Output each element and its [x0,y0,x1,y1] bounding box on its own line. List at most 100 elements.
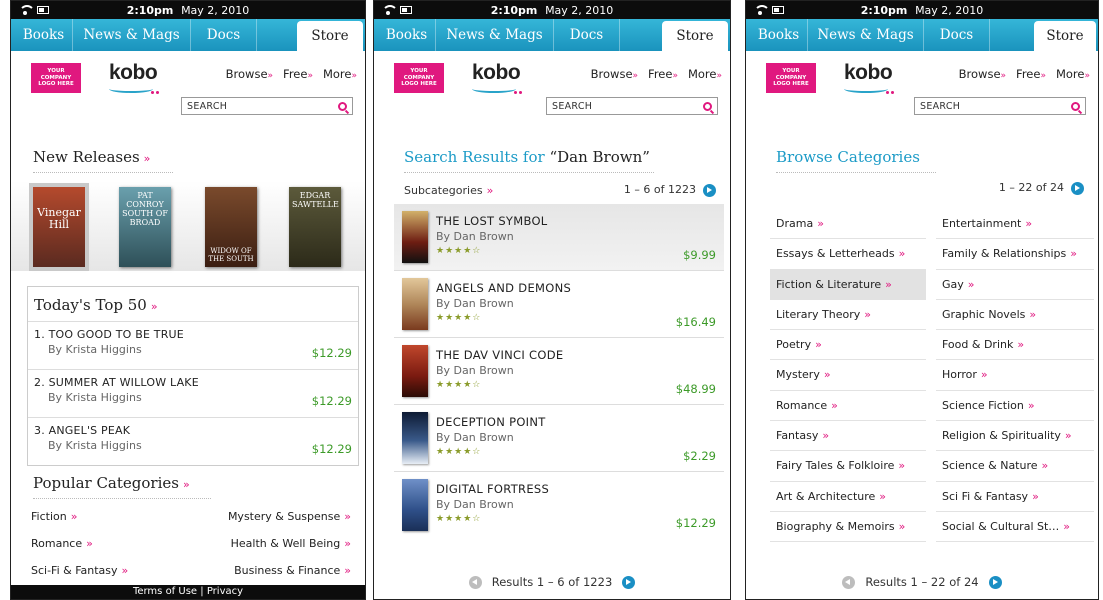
book-cover[interactable]: Vinegar Hill [29,183,89,271]
category-link[interactable]: Fantasy» [770,421,926,452]
category-link[interactable]: Mystery & Suspense» [228,510,351,523]
rating-stars: ★★★★☆ [436,447,482,457]
nav-more[interactable]: More» [1056,67,1090,81]
search-icon[interactable] [338,101,347,111]
nav-browse[interactable]: Browse» [226,67,273,81]
nav-free[interactable]: Free» [283,67,313,81]
company-logo: YOUR COMPANY LOGO HERE [394,63,444,93]
results-count: 1 – 6 of 1223 [623,183,696,197]
category-link[interactable]: Essays & Letterheads» [770,239,926,270]
terms-link[interactable]: Terms of Use [133,586,197,597]
subcategories-link[interactable]: Subcategories» [404,184,493,197]
tab-docs[interactable]: Docs [191,19,257,51]
category-link[interactable]: Family & Relationships» [936,239,1094,270]
screen-browse-categories: 2:10pm May 2, 2010 Books News & Mags Doc… [745,0,1099,600]
kobo-logo-smile [844,85,888,93]
tab-store[interactable]: Store [662,21,728,51]
prev-page-icon[interactable] [842,575,856,589]
book-cover[interactable]: EDGAR SAWTELLE [289,187,341,267]
tab-news-mags[interactable]: News & Mags [436,19,554,51]
company-logo: YOUR COMPANY LOGO HERE [766,63,816,93]
tab-news-mags[interactable]: News & Mags [808,19,924,51]
category-link[interactable]: Horror» [936,360,1094,391]
pager: Results 1 – 22 of 24 [746,575,1098,589]
category-link[interactable]: Fairy Tales & Folkloire» [770,451,926,482]
nav-browse[interactable]: Browse» [959,67,1006,81]
search-result-row[interactable]: DECEPTION POINT By Dan Brown ★★★★☆ $2.29 [394,405,724,472]
next-page-icon[interactable] [622,575,636,589]
category-link[interactable]: Mystery» [770,360,926,391]
status-date: May 2, 2010 [915,3,984,17]
category-link[interactable]: Social & Cultural St…» [936,512,1094,543]
search-input[interactable]: SEARCH [546,97,718,115]
new-releases-heading[interactable]: New Releases» [33,147,173,173]
kobo-logo-dots [151,91,159,94]
nav-free[interactable]: Free» [648,67,678,81]
search-input[interactable]: SEARCH [181,97,353,115]
next-page-icon[interactable] [988,575,1002,589]
category-link[interactable]: Food & Drink» [936,330,1094,361]
search-icon[interactable] [1071,101,1080,111]
category-link[interactable]: Science Fiction» [936,391,1094,422]
category-link[interactable]: Poetry» [770,330,926,361]
category-link[interactable]: Entertainment» [936,209,1094,240]
screen-search-results: 2:10pm May 2, 2010 Books News & Mags Doc… [373,0,731,600]
company-logo: YOUR COMPANY LOGO HERE [31,63,81,93]
search-result-row[interactable]: ANGELS AND DEMONS By Dan Brown ★★★★☆ $16… [394,271,724,338]
tab-news-mags[interactable]: News & Mags [73,19,191,51]
tab-books[interactable]: Books [750,19,808,51]
tab-books[interactable]: Books [15,19,73,51]
nav-more[interactable]: More» [688,67,722,81]
category-link[interactable]: Gay» [936,270,1094,300]
tab-bar: Books News & Mags Docs Store [374,19,730,51]
search-icon[interactable] [703,101,712,111]
search-result-row[interactable]: DIGITAL FORTRESS By Dan Brown ★★★★☆ $12.… [394,472,724,539]
category-link[interactable]: Science & Nature» [936,451,1094,482]
list-item[interactable]: 3. ANGEL'S PEAK By Krista Higgins $12.29 [28,417,358,465]
tab-docs[interactable]: Docs [924,19,990,51]
category-link[interactable]: Health & Well Being» [231,537,351,550]
nav-more[interactable]: More» [323,67,357,81]
category-link[interactable]: Religion & Spirituality» [936,421,1094,452]
category-link[interactable]: Sci Fi & Fantasy» [936,482,1094,512]
search-result-row[interactable]: THE DAV VINCI CODE By Dan Brown ★★★★☆ $4… [394,338,724,405]
next-page-icon[interactable] [1071,181,1084,195]
tab-docs[interactable]: Docs [554,19,620,51]
top50-heading[interactable]: Today's Top 50» [28,287,358,321]
category-link[interactable]: Biography & Memoirs» [770,512,926,543]
category-link[interactable]: Drama» [770,209,926,240]
tab-store[interactable]: Store [1034,21,1096,51]
rating-stars: ★★★★☆ [436,246,482,256]
list-item[interactable]: 1. TOO GOOD TO BE TRUE By Krista Higgins… [28,321,358,369]
search-result-row[interactable]: THE LOST SYMBOL By Dan Brown ★★★★☆ $9.99 [394,204,724,271]
status-time: 2:10pm [490,3,538,17]
top-nav: Browse» Free» More» [591,67,722,81]
list-item[interactable]: 2. SUMMER AT WILLOW LAKE By Krista Higgi… [28,369,358,417]
category-link[interactable]: Fiction» [31,510,77,523]
nav-free[interactable]: Free» [1016,67,1046,81]
tab-bar: Books News & Mags Docs Store [746,19,1098,51]
category-link[interactable]: Graphic Novels» [936,300,1094,331]
nav-browse[interactable]: Browse» [591,67,638,81]
privacy-link[interactable]: Privacy [207,586,243,597]
next-page-icon[interactable] [703,183,716,197]
page-title: Search Results for “Dan Brown” [404,147,654,173]
popular-categories-heading[interactable]: Popular Categories» [33,473,211,499]
store-header: YOUR COMPANY LOGO HERE kobo Browse» Free… [11,51,365,97]
category-link[interactable]: Sci-Fi & Fantasy» [31,564,128,577]
category-link[interactable]: Romance» [770,391,926,422]
prev-page-icon[interactable] [468,575,482,589]
category-link[interactable]: Romance» [31,537,93,550]
category-link[interactable]: Art & Architecture» [770,482,926,512]
tab-books[interactable]: Books [378,19,436,51]
tab-store[interactable]: Store [297,21,363,51]
category-link[interactable]: Literary Theory» [770,300,926,331]
search-input[interactable]: SEARCH [914,97,1086,115]
top-nav: Browse» Free» More» [959,67,1090,81]
status-time: 2:10pm [860,3,908,17]
category-link-selected[interactable]: Fiction & Literature» [770,269,926,300]
store-header: YOUR COMPANY LOGO HERE kobo Browse» Free… [374,51,730,97]
book-cover[interactable]: PAT CONROY SOUTH OF BROAD [119,187,171,267]
category-link[interactable]: Business & Finance» [234,564,351,577]
book-cover[interactable]: WIDOW OF THE SOUTH [205,187,257,267]
